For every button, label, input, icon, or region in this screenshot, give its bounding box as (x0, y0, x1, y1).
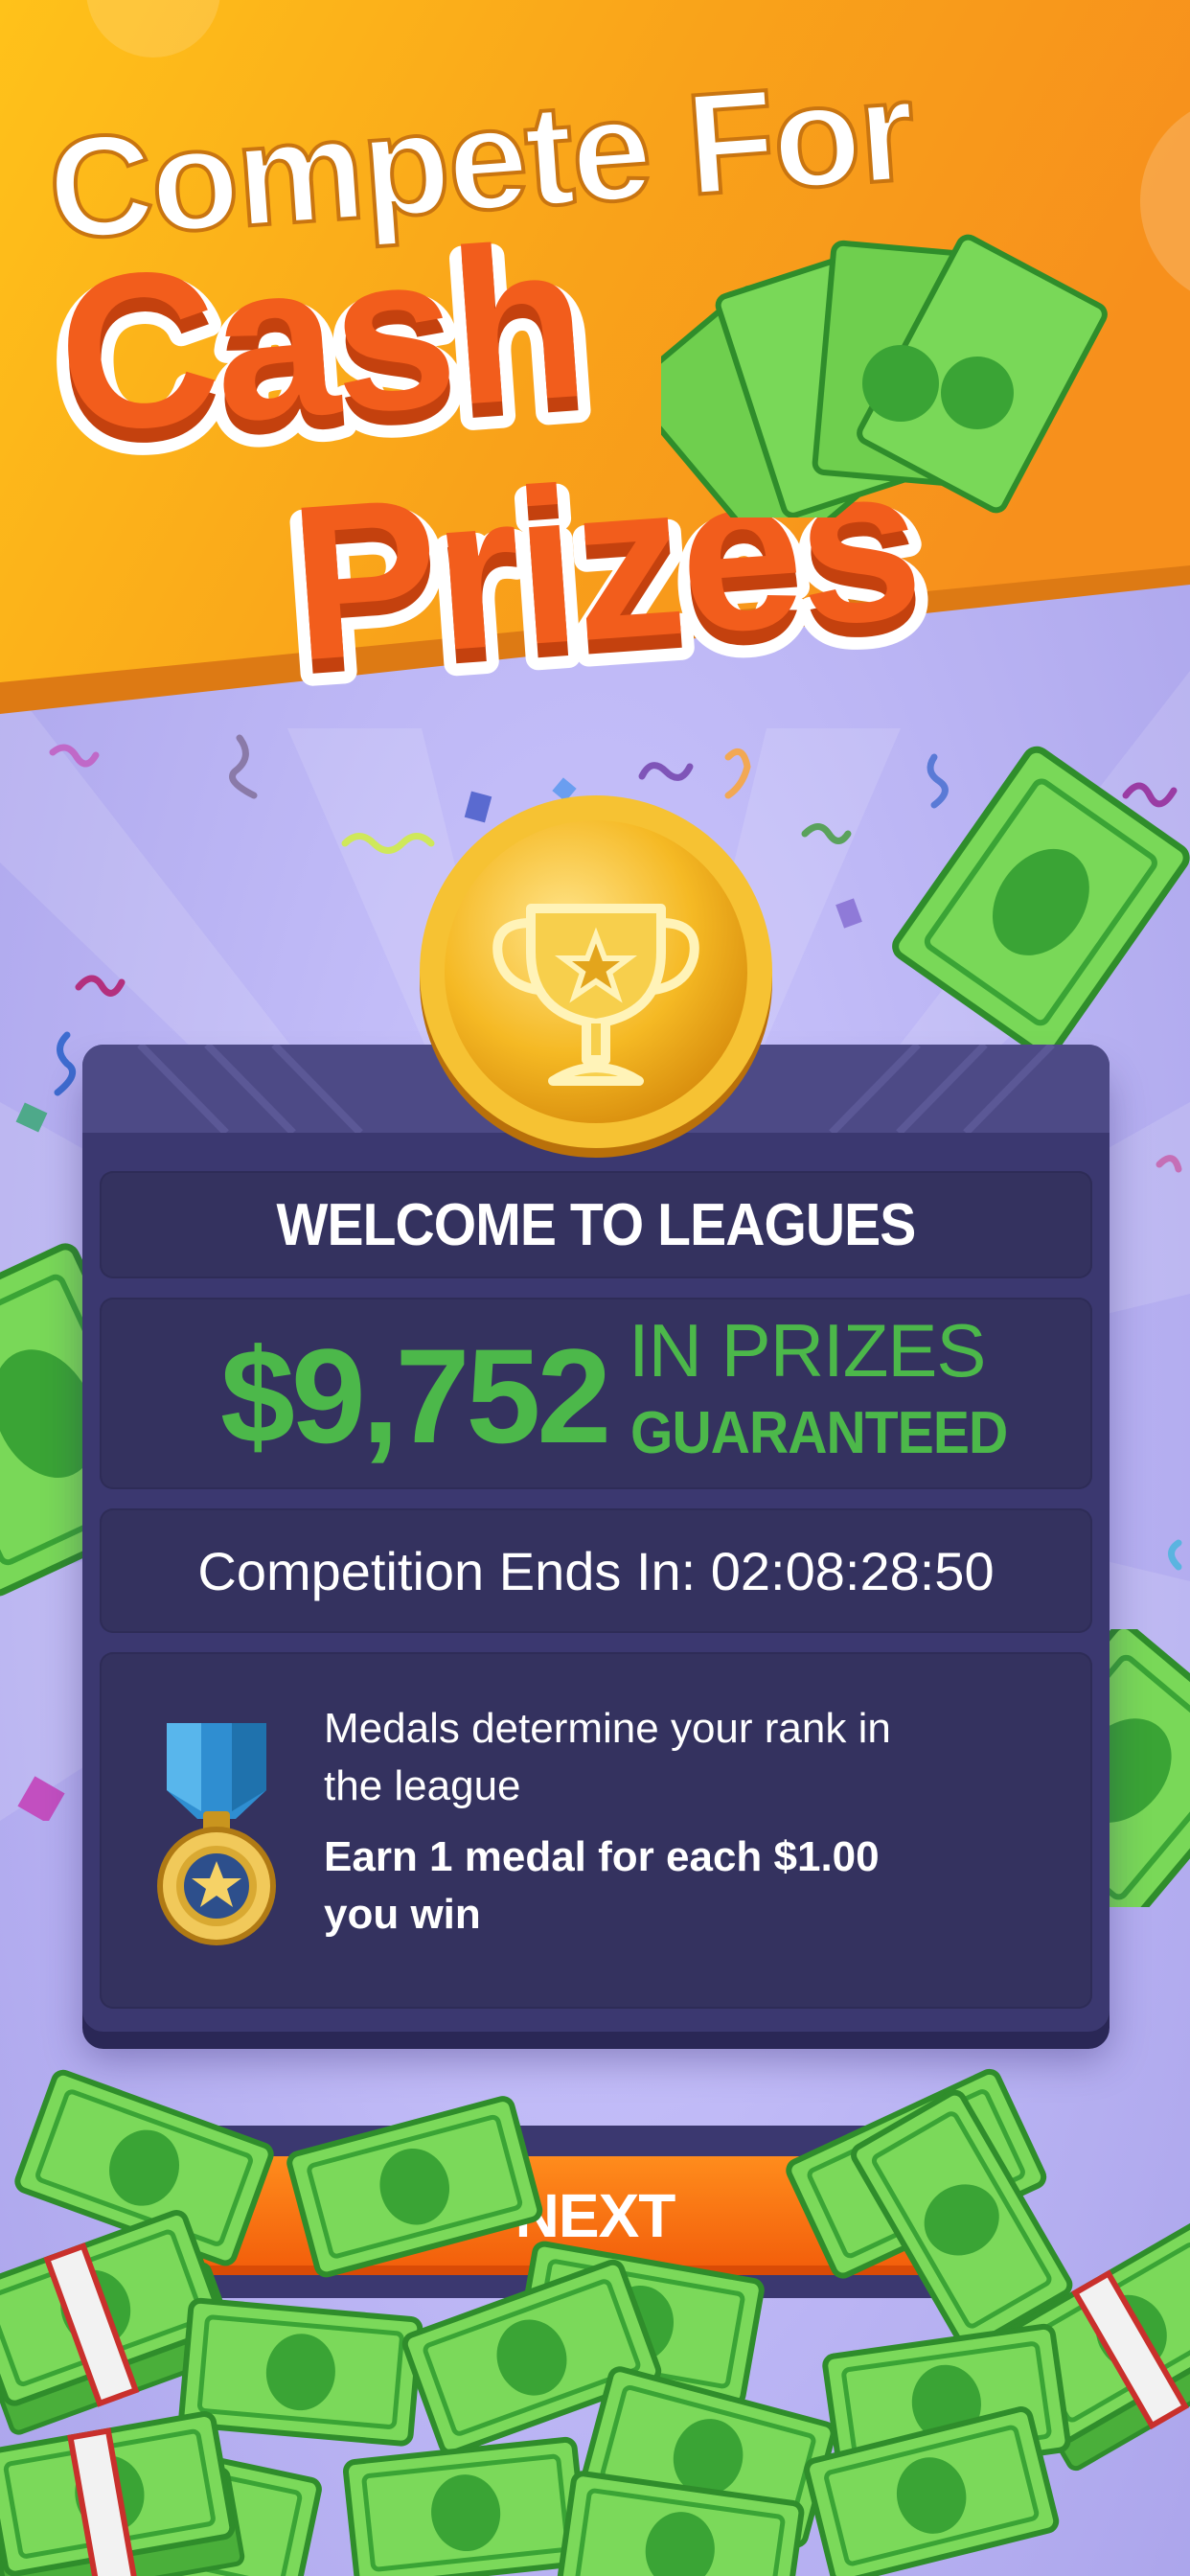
medal-rule-line2: you win (324, 1891, 481, 1938)
medal-rule-line1: Earn 1 medal for each $1.00 (324, 1833, 880, 1880)
prize-guaranteed: GUARANTEED (630, 1400, 1008, 1466)
welcome-panel: WELCOME TO LEAGUES (100, 1171, 1092, 1278)
countdown-panel: Competition Ends In: 02:08:28:50 (100, 1508, 1092, 1633)
medal-info-panel: Medals determine your rank in the league… (100, 1652, 1092, 2009)
competition-countdown: Competition Ends In: 02:08:28:50 (197, 1540, 995, 1601)
cash-pile-icon (0, 2051, 1190, 2576)
prize-label: IN PRIZES (629, 1308, 986, 1392)
leagues-card: WELCOME TO LEAGUES $9,752 IN PRIZES GUAR… (82, 1045, 1110, 2032)
welcome-title: WELCOME TO LEAGUES (276, 1191, 917, 1258)
prize-amount: $9,752 (220, 1321, 611, 1471)
medal-description-line1: Medals determine your rank in (324, 1705, 891, 1752)
trophy-coin-icon (420, 795, 772, 1158)
medal-description: Medals determine your rank in the league (324, 1700, 1052, 1815)
medal-description-line2: the league (324, 1762, 521, 1809)
star-medal-icon (157, 1723, 276, 1945)
cash-bill-icon (892, 746, 1190, 1054)
prize-panel: $9,752 IN PRIZES GUARANTEED (100, 1298, 1092, 1489)
medal-rule: Earn 1 medal for each $1.00 you win (324, 1828, 1052, 1944)
